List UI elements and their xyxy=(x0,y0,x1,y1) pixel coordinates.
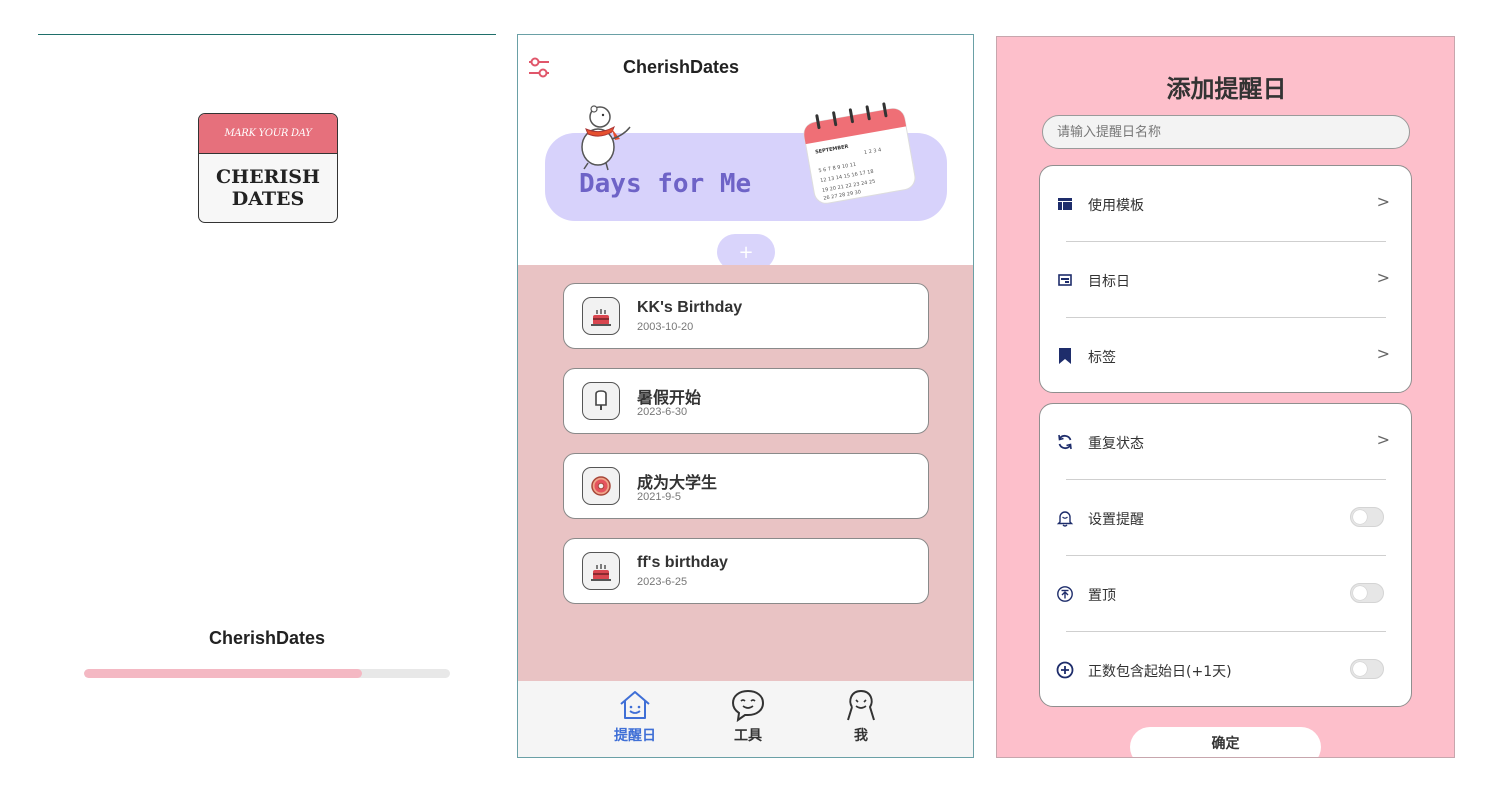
donut-icon xyxy=(582,467,620,505)
polar-bear-illustration xyxy=(581,105,631,171)
reminder-title: 暑假开始 xyxy=(637,390,702,407)
settings-group-options: 重复状态 > 设置提醒 置顶 正数包含起始日(+1天) xyxy=(1039,403,1412,707)
cake-icon xyxy=(582,297,620,335)
person-icon xyxy=(847,689,875,721)
bottom-tab-bar: 提醒日 工具 我 xyxy=(518,681,973,757)
set-reminder-toggle[interactable] xyxy=(1350,507,1384,527)
tab-label: 我 xyxy=(854,727,868,743)
reminder-title: 成为大学生 xyxy=(637,475,718,492)
row-repeat-status[interactable]: 重复状态 > xyxy=(1040,404,1410,480)
reminder-card[interactable]: ff's birthday 2023-6-25 xyxy=(563,538,929,604)
app-logo: MARK YOUR DAY CHERISH DATES xyxy=(198,113,338,223)
reminder-date: 2023-6-30 xyxy=(637,406,688,418)
logo-line-2: DATES xyxy=(231,188,305,210)
chevron-right-icon: > xyxy=(1376,430,1390,449)
row-label: 标签 xyxy=(1088,350,1116,366)
row-pin-top: 置顶 xyxy=(1040,556,1410,632)
cake-icon xyxy=(582,552,620,590)
splash-screen: MARK YOUR DAY CHERISH DATES CherishDates xyxy=(38,34,496,758)
calendar-illustration: SEPTEMBER 1 2 3 4 5 6 7 8 9 10 11 12 13 … xyxy=(803,102,916,204)
reminder-date: 2003-10-20 xyxy=(637,321,694,333)
reminder-card[interactable]: KK's Birthday 2003-10-20 xyxy=(563,283,929,349)
chevron-right-icon: > xyxy=(1376,268,1390,287)
reminder-date: 2021-9-5 xyxy=(637,491,682,503)
page-title: 添加提醒日 xyxy=(1166,75,1287,103)
row-target-date[interactable]: 目标日 > xyxy=(1040,242,1410,318)
reminder-title: KK's Birthday xyxy=(637,299,743,316)
confirm-button[interactable]: 确定 xyxy=(1130,727,1321,757)
logo-line-1: CHERISH xyxy=(216,166,320,188)
repeat-icon xyxy=(1058,434,1072,450)
popsicle-icon xyxy=(582,382,620,420)
pin-top-toggle[interactable] xyxy=(1350,583,1384,603)
row-label: 使用模板 xyxy=(1088,198,1144,214)
plus-circle-icon xyxy=(1056,661,1074,679)
row-use-template[interactable]: 使用模板 > xyxy=(1040,166,1410,242)
row-label: 重复状态 xyxy=(1088,436,1144,452)
row-label: 正数包含起始日(+1天) xyxy=(1088,664,1232,680)
reminder-list: KK's Birthday 2003-10-20 暑假开始 2023-6-30 成为大学… xyxy=(518,265,973,681)
logo-wordmark: CHERISH DATES xyxy=(199,154,337,222)
row-label: 设置提醒 xyxy=(1088,512,1144,528)
add-reminder-screen: 添加提醒日 使用模板 > 目标日 > 标签 > xyxy=(996,36,1455,758)
tab-reminders[interactable]: 提醒日 xyxy=(600,687,670,753)
home-screen: CherishDates Days for Me SEPTEMBER 1 2 3… xyxy=(517,34,974,758)
reminder-date: 2023-6-25 xyxy=(637,576,688,588)
row-label: 置顶 xyxy=(1088,588,1116,604)
row-include-start-day: 正数包含起始日(+1天) xyxy=(1040,632,1410,708)
tab-label: 工具 xyxy=(734,727,762,743)
tab-me[interactable]: 我 xyxy=(826,687,896,753)
bell-icon xyxy=(1056,511,1074,527)
filter-settings-icon[interactable] xyxy=(528,55,550,81)
template-icon xyxy=(1058,198,1072,210)
calendar-card-icon xyxy=(1058,274,1072,286)
chat-bubble-icon xyxy=(731,689,765,723)
banner-text: Days for Me xyxy=(579,169,752,199)
loading-progress-fill xyxy=(84,669,363,678)
settings-group-basic: 使用模板 > 目标日 > 标签 > xyxy=(1039,165,1412,393)
page-title: CherishDates xyxy=(623,57,740,77)
row-tag[interactable]: 标签 > xyxy=(1040,318,1410,394)
reminder-card[interactable]: 暑假开始 2023-6-30 xyxy=(563,368,929,434)
row-label: 目标日 xyxy=(1088,274,1130,290)
reminder-card[interactable]: 成为大学生 2021-9-5 xyxy=(563,453,929,519)
bookmark-icon xyxy=(1059,348,1071,364)
loading-progress-bar xyxy=(84,669,450,678)
pin-top-icon xyxy=(1057,586,1073,602)
chevron-right-icon: > xyxy=(1376,192,1390,211)
include-start-day-toggle[interactable] xyxy=(1350,659,1384,679)
home-header: CherishDates Days for Me SEPTEMBER 1 2 3… xyxy=(518,35,973,270)
tab-tools[interactable]: 工具 xyxy=(713,687,783,753)
logo-tagline: MARK YOUR DAY xyxy=(199,114,337,154)
reminder-title: ff's birthday xyxy=(637,554,728,571)
tab-label: 提醒日 xyxy=(614,727,656,743)
splash-app-name: CherishDates xyxy=(208,628,326,648)
row-set-reminder: 设置提醒 xyxy=(1040,480,1410,556)
reminder-name-input[interactable] xyxy=(1042,115,1410,149)
chevron-right-icon: > xyxy=(1376,344,1390,363)
house-icon xyxy=(620,691,650,719)
